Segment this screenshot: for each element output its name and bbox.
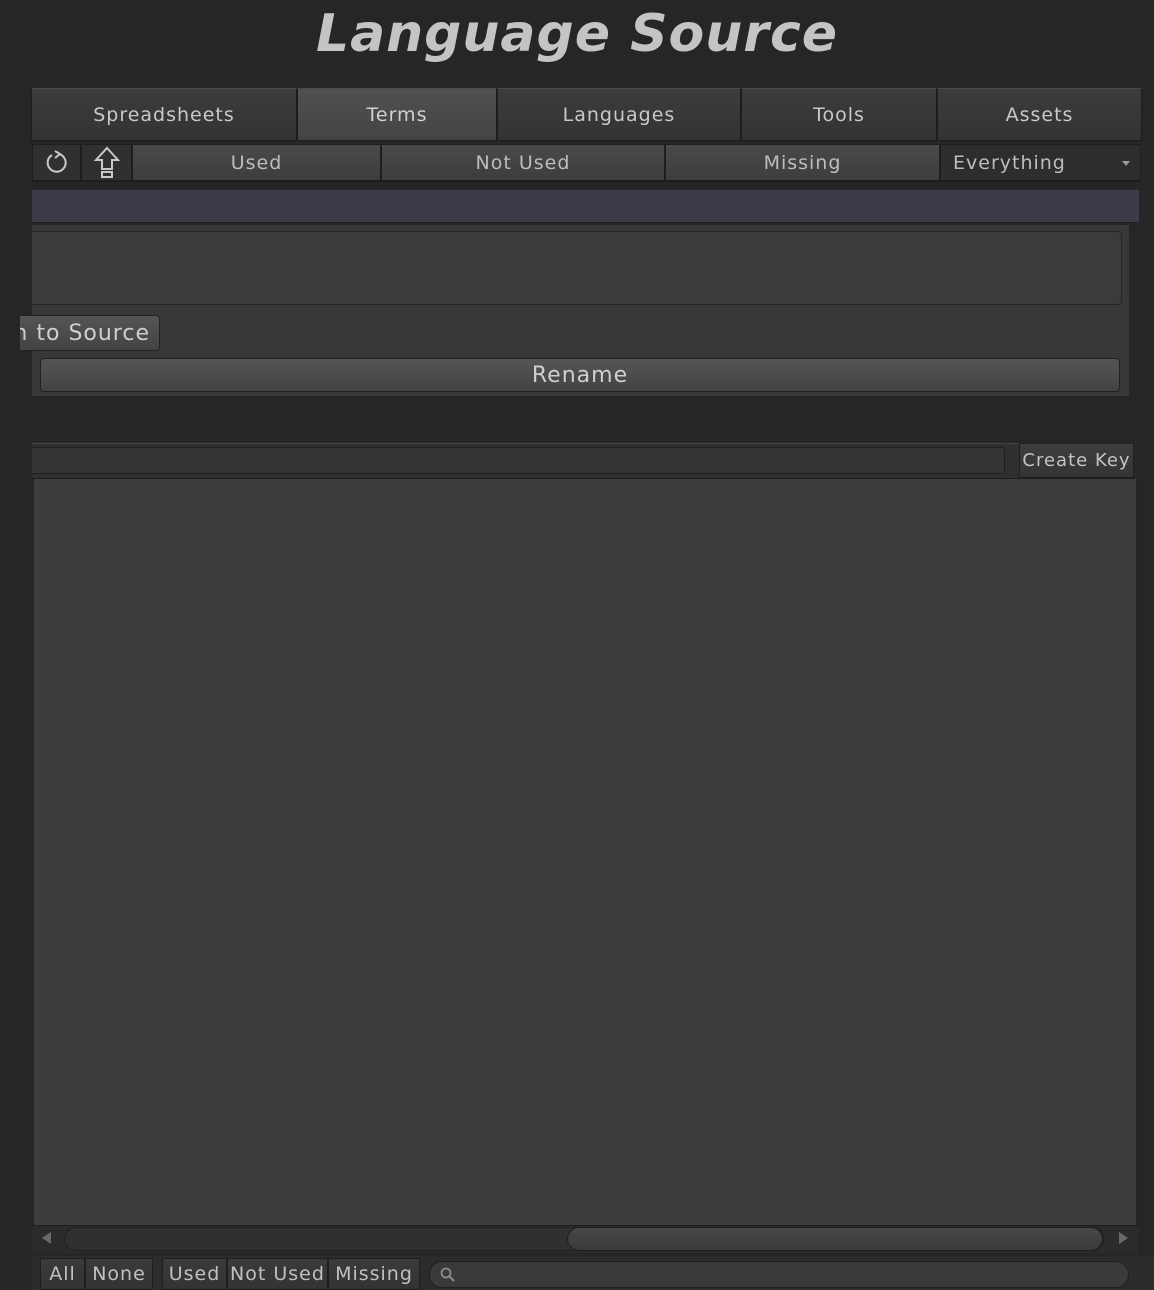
tab-spreadsheets[interactable]: Spreadsheets xyxy=(31,88,297,141)
scrollbar-thumb[interactable] xyxy=(567,1227,1103,1251)
add-term-to-source-button[interactable]: n to Source xyxy=(20,315,160,351)
category-dropdown[interactable]: Everything xyxy=(940,144,1141,181)
scroll-right-icon[interactable] xyxy=(1119,1232,1128,1244)
filter-missing-button[interactable]: Missing xyxy=(665,144,940,181)
tab-assets[interactable]: Assets xyxy=(937,88,1142,141)
window-title: Language Source xyxy=(315,4,839,64)
filter-not-used-button[interactable]: Not Used xyxy=(381,144,665,181)
refresh-icon xyxy=(46,149,67,173)
create-key-button[interactable]: Create Key xyxy=(1019,443,1134,478)
term-description-field[interactable] xyxy=(32,231,1122,305)
scroll-left-icon[interactable] xyxy=(42,1232,51,1244)
filter-used-button[interactable]: Used xyxy=(132,144,381,181)
new-key-input[interactable] xyxy=(32,447,1005,474)
search-input[interactable] xyxy=(429,1261,1129,1288)
select-all-button[interactable]: All xyxy=(40,1258,85,1290)
select-used-button[interactable]: Used xyxy=(162,1258,227,1290)
select-none-button[interactable]: None xyxy=(85,1258,153,1290)
upload-arrow-icon xyxy=(93,146,120,178)
select-missing-button[interactable]: Missing xyxy=(328,1258,420,1290)
selected-term-row[interactable] xyxy=(32,190,1139,223)
refresh-button[interactable] xyxy=(32,144,81,181)
category-dropdown-value: Everything xyxy=(953,151,1066,174)
add-term-to-source-label: n to Source xyxy=(20,320,150,346)
select-not-used-button[interactable]: Not Used xyxy=(227,1258,328,1290)
tab-languages[interactable]: Languages xyxy=(497,88,741,141)
rename-button[interactable]: Rename xyxy=(40,358,1120,392)
dropdown-arrow-icon xyxy=(1122,161,1130,166)
term-list[interactable] xyxy=(32,479,1138,1225)
tab-terms[interactable]: Terms xyxy=(297,88,497,141)
search-icon xyxy=(440,1267,455,1282)
upload-button[interactable] xyxy=(81,144,132,181)
tab-tools[interactable]: Tools xyxy=(741,88,937,141)
